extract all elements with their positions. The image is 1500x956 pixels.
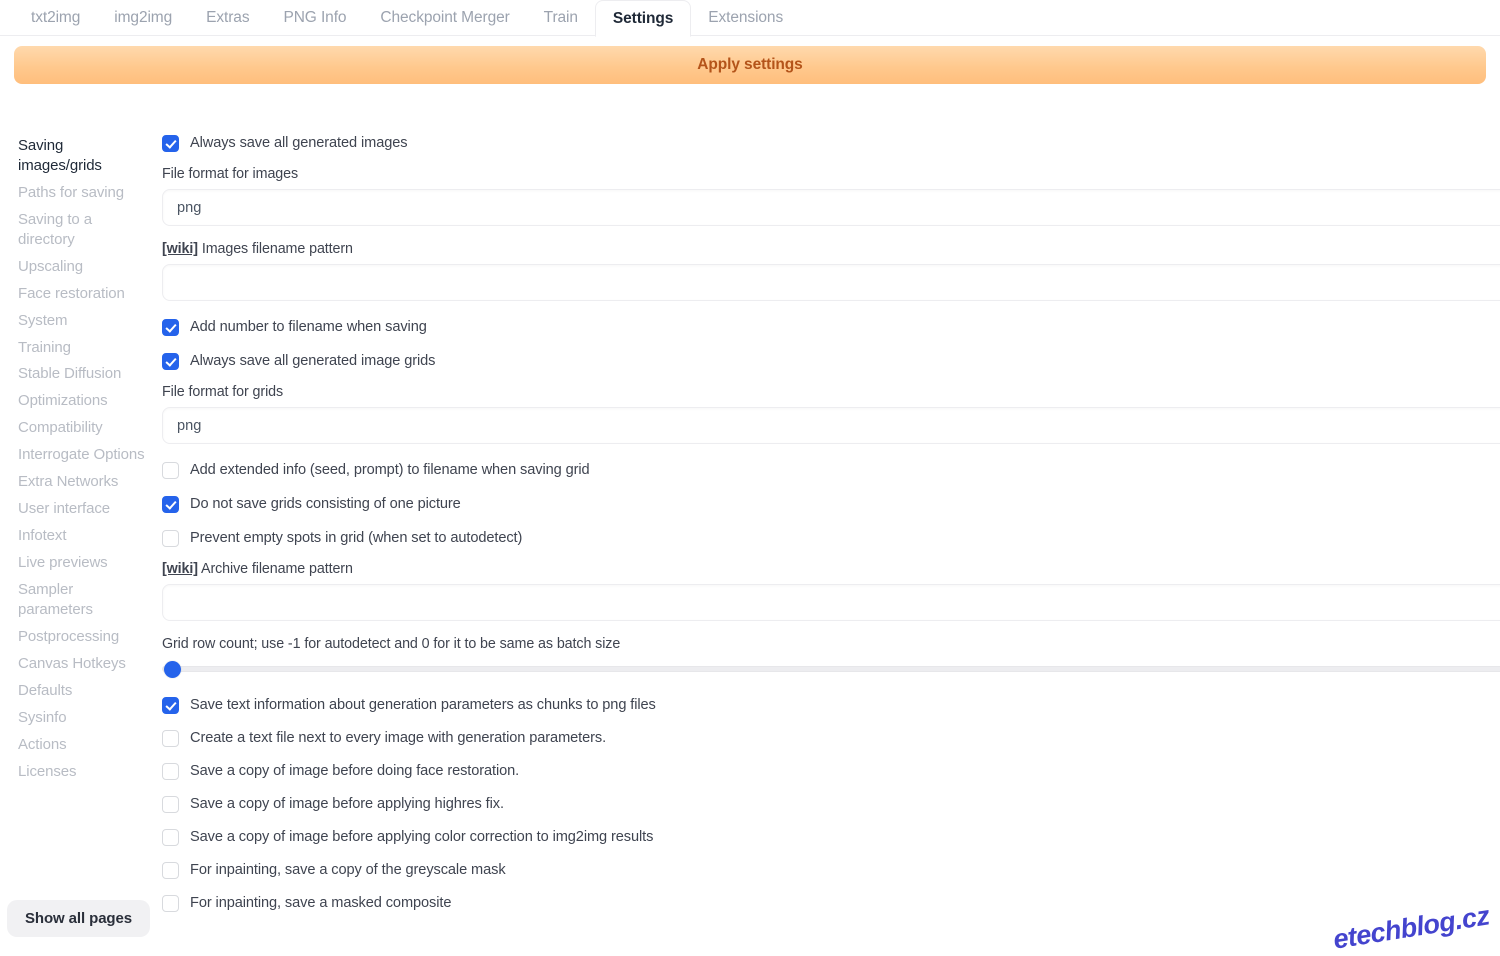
checkbox-label-inpaint-masked-composite: For inpainting, save a masked composite [190,895,451,911]
checkbox-row-add-number[interactable]: Add number to filename when saving [162,316,1500,338]
checkbox-label-create-text-file: Create a text file next to every image w… [190,730,606,746]
checkbox-row-always-save-images[interactable]: Always save all generated images [162,132,1500,154]
sidebar-item-user-interface[interactable]: User interface [18,495,146,522]
input-archive-filename-pattern[interactable] [162,584,1500,621]
settings-panel: Always save all generated images File fo… [152,132,1500,941]
sidebar-item-defaults[interactable]: Defaults [18,677,146,704]
checkbox-label-add-number: Add number to filename when saving [190,319,427,335]
checkbox-row-save-before-color-correction[interactable]: Save a copy of image before applying col… [162,826,1500,848]
wiki-link-archive-filename-pattern[interactable]: [wiki] [162,561,198,577]
checkbox-row-save-before-highres[interactable]: Save a copy of image before applying hig… [162,793,1500,815]
checkbox-row-inpaint-masked-composite[interactable]: For inpainting, save a masked composite [162,892,1500,914]
apply-settings-bar: Apply settings [0,36,1500,84]
sidebar-item-infotext[interactable]: Infotext [18,522,146,549]
checkbox-save-before-highres[interactable] [162,796,179,813]
checkbox-label-save-before-highres: Save a copy of image before applying hig… [190,796,504,812]
sidebar-item-interrogate-options[interactable]: Interrogate Options [18,441,146,468]
checkbox-add-number[interactable] [162,319,179,336]
checkbox-row-add-extended-info[interactable]: Add extended info (seed, prompt) to file… [162,459,1500,481]
label-images-filename-pattern: [wiki] Images filename pattern [162,241,1500,257]
checkbox-prevent-empty-spots[interactable] [162,530,179,547]
checkbox-save-before-color-correction[interactable] [162,829,179,846]
sidebar-item-actions[interactable]: Actions [18,731,146,758]
checkbox-label-save-before-color-correction: Save a copy of image before applying col… [190,829,653,845]
field-archive-filename-pattern: [wiki] Archive filename pattern [162,561,1500,621]
label-file-format-images: File format for images [162,166,1500,182]
sidebar-item-paths-for-saving[interactable]: Paths for saving [18,179,146,206]
checkbox-row-create-text-file[interactable]: Create a text file next to every image w… [162,727,1500,749]
slider-grid-row-count[interactable] [162,659,1500,679]
tab-checkpoint-merger[interactable]: Checkpoint Merger [363,0,526,36]
checkbox-label-prevent-empty-spots: Prevent empty spots in grid (when set to… [190,530,522,546]
checkbox-label-inpaint-greyscale-mask: For inpainting, save a copy of the greys… [190,862,506,878]
sidebar-item-licenses[interactable]: Licenses [18,758,146,785]
checkbox-row-save-before-face-restore[interactable]: Save a copy of image before doing face r… [162,760,1500,782]
field-images-filename-pattern: [wiki] Images filename pattern [162,241,1500,301]
checkbox-label-always-save-grids: Always save all generated image grids [190,353,435,369]
tab-extras[interactable]: Extras [189,0,266,36]
label-text-images-filename-pattern: Images filename pattern [198,241,353,257]
checkbox-row-always-save-grids[interactable]: Always save all generated image grids [162,350,1500,372]
checkbox-create-text-file[interactable] [162,730,179,747]
settings-sidebar: Saving images/grids Paths for saving Sav… [0,132,152,941]
label-archive-filename-pattern: [wiki] Archive filename pattern [162,561,1500,577]
main-tab-bar: txt2img img2img Extras PNG Info Checkpoi… [0,0,1500,36]
checkbox-row-prevent-empty-spots[interactable]: Prevent empty spots in grid (when set to… [162,527,1500,549]
checkbox-add-extended-info[interactable] [162,462,179,479]
checkbox-label-add-extended-info: Add extended info (seed, prompt) to file… [190,462,590,478]
sidebar-item-compatibility[interactable]: Compatibility [18,414,146,441]
wiki-link-images-filename-pattern[interactable]: [wiki] [162,241,198,257]
tab-settings[interactable]: Settings [595,0,691,37]
checkbox-label-save-before-face-restore: Save a copy of image before doing face r… [190,763,519,779]
sidebar-item-live-previews[interactable]: Live previews [18,549,146,576]
tab-train[interactable]: Train [527,0,595,36]
input-images-filename-pattern[interactable] [162,264,1500,301]
sidebar-item-optimizations[interactable]: Optimizations [18,387,146,414]
checkbox-always-save-images[interactable] [162,135,179,152]
tab-txt2img[interactable]: txt2img [14,0,97,36]
input-file-format-grids[interactable]: png [162,407,1500,444]
tab-extensions[interactable]: Extensions [691,0,800,36]
field-file-format-grids: File format for grids png [162,384,1500,444]
sidebar-item-sysinfo[interactable]: Sysinfo [18,704,146,731]
slider-thumb[interactable] [164,661,181,678]
sidebar-item-stable-diffusion[interactable]: Stable Diffusion [18,360,146,387]
sidebar-item-saving-to-a-directory[interactable]: Saving to a directory [18,206,146,253]
tab-img2img[interactable]: img2img [97,0,189,36]
checkbox-save-text-chunks[interactable] [162,697,179,714]
checkbox-label-no-single-grids: Do not save grids consisting of one pict… [190,496,461,512]
checkbox-inpaint-greyscale-mask[interactable] [162,862,179,879]
sidebar-item-upscaling[interactable]: Upscaling [18,253,146,280]
checkbox-inpaint-masked-composite[interactable] [162,895,179,912]
checkbox-row-no-single-grids[interactable]: Do not save grids consisting of one pict… [162,493,1500,515]
sidebar-item-face-restoration[interactable]: Face restoration [18,280,146,307]
checkbox-row-inpaint-greyscale-mask[interactable]: For inpainting, save a copy of the greys… [162,859,1500,881]
show-all-pages-button[interactable]: Show all pages [7,900,150,937]
checkbox-row-save-text-chunks[interactable]: Save text information about generation p… [162,694,1500,716]
tab-png-info[interactable]: PNG Info [266,0,363,36]
sidebar-item-sampler-parameters[interactable]: Sampler parameters [18,576,146,623]
sidebar-item-system[interactable]: System [18,307,146,334]
label-file-format-grids: File format for grids [162,384,1500,400]
label-text-archive-filename-pattern: Archive filename pattern [198,561,353,577]
checkbox-always-save-grids[interactable] [162,353,179,370]
label-grid-row-count: Grid row count; use -1 for autodetect an… [162,636,1500,652]
checkbox-label-save-text-chunks: Save text information about generation p… [190,697,656,713]
field-file-format-images: File format for images png [162,166,1500,226]
checkbox-no-single-grids[interactable] [162,496,179,513]
sidebar-item-extra-networks[interactable]: Extra Networks [18,468,146,495]
sidebar-item-postprocessing[interactable]: Postprocessing [18,623,146,650]
sidebar-item-training[interactable]: Training [18,334,146,361]
apply-settings-button[interactable]: Apply settings [14,46,1486,84]
checkbox-label-always-save-images: Always save all generated images [190,135,407,151]
sidebar-item-canvas-hotkeys[interactable]: Canvas Hotkeys [18,650,146,677]
settings-content: Saving images/grids Paths for saving Sav… [0,84,1500,941]
checkbox-save-before-face-restore[interactable] [162,763,179,780]
field-grid-row-count: Grid row count; use -1 for autodetect an… [162,636,1500,679]
input-file-format-images[interactable]: png [162,189,1500,226]
sidebar-item-saving-images-grids[interactable]: Saving images/grids [18,132,146,179]
slider-track [162,666,1500,672]
